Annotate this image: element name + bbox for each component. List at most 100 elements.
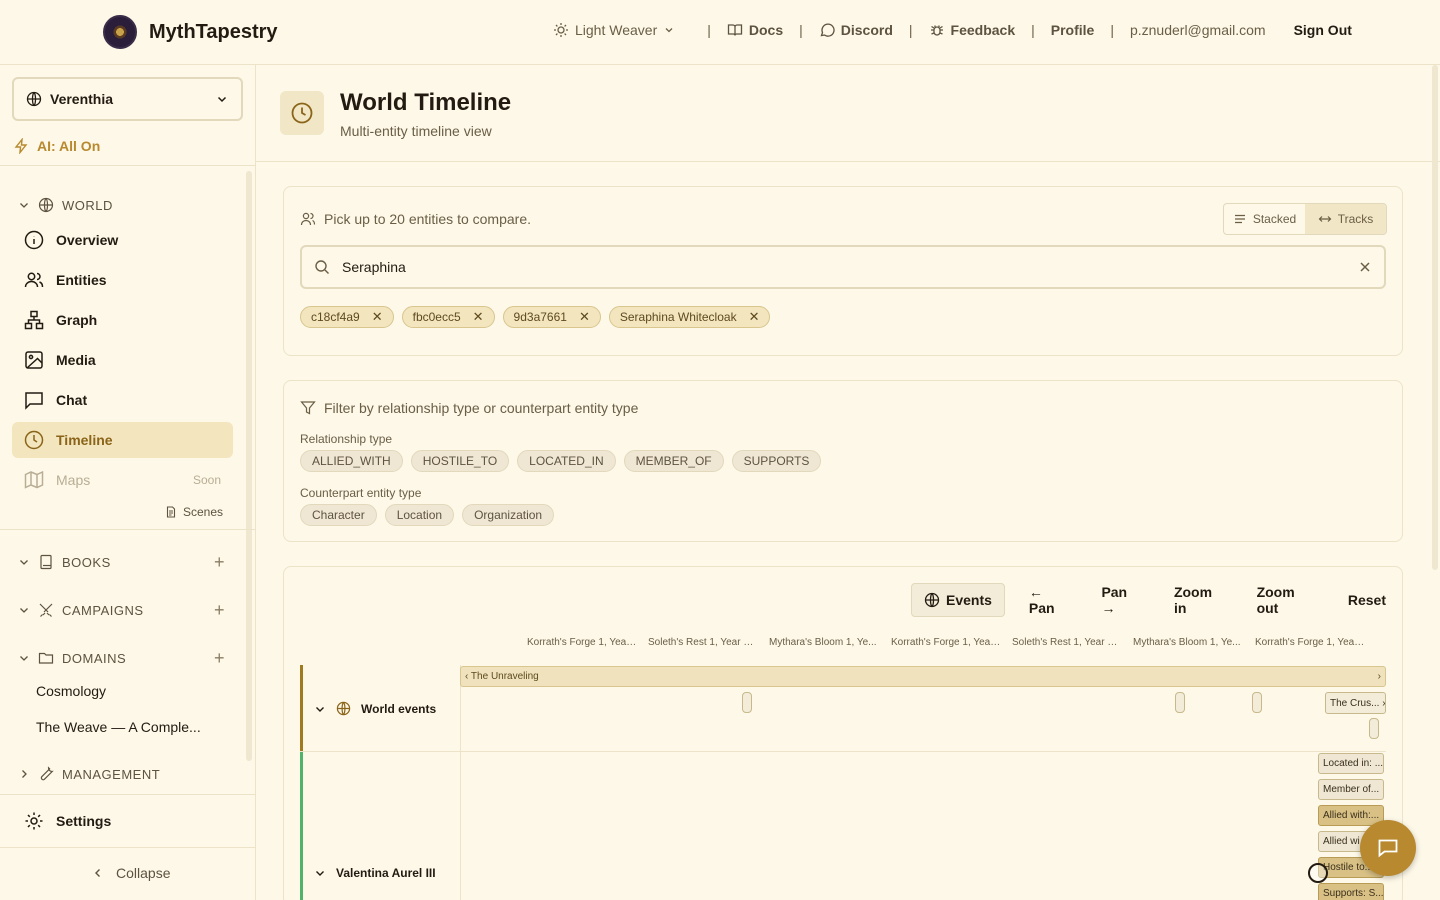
add-campaign-icon[interactable]: + bbox=[214, 600, 225, 621]
sidebar-item-chat[interactable]: Chat bbox=[12, 382, 233, 418]
book-open-icon bbox=[727, 22, 743, 38]
map-icon bbox=[24, 470, 44, 490]
sidebar-item-overview[interactable]: Overview bbox=[12, 222, 233, 258]
docs-link[interactable]: Docs bbox=[727, 22, 783, 38]
section-books[interactable]: BOOKS + bbox=[18, 552, 246, 573]
entity-chip[interactable]: 9d3a7661 ✕ bbox=[502, 306, 601, 328]
reset-button[interactable]: Reset bbox=[1336, 583, 1398, 617]
pan-right-button[interactable]: Pan → bbox=[1089, 583, 1154, 617]
track-world-events[interactable]: World events bbox=[314, 701, 436, 716]
chevron-down-icon bbox=[663, 24, 675, 36]
sidebar-item-media[interactable]: Media bbox=[12, 342, 233, 378]
axis-tick-label: Soleth's Rest 1, Year 53... bbox=[648, 637, 758, 648]
event-marker[interactable] bbox=[1175, 692, 1185, 713]
events-toggle-button[interactable]: Events bbox=[911, 583, 1005, 617]
chevron-down-icon bbox=[18, 604, 30, 616]
event-marker[interactable] bbox=[1369, 718, 1379, 739]
domain-item[interactable]: The Weave — A Comple... bbox=[36, 719, 201, 735]
settings-link[interactable]: Settings bbox=[24, 811, 111, 831]
sidebar-item-entities[interactable]: Entities bbox=[12, 262, 233, 298]
remove-icon[interactable]: ✕ bbox=[579, 309, 590, 325]
zoom-out-button[interactable]: Zoom out bbox=[1245, 583, 1328, 617]
event-item[interactable]: The Crus... › bbox=[1325, 692, 1386, 714]
book-icon bbox=[38, 554, 54, 570]
relationship-item[interactable]: Member of... bbox=[1318, 779, 1384, 800]
counterpart-pill[interactable]: Character bbox=[300, 504, 377, 526]
sidebar-item-timeline[interactable]: Timeline bbox=[12, 422, 233, 458]
theme-selector[interactable]: Light Weaver bbox=[553, 22, 675, 38]
mouse-cursor bbox=[1308, 863, 1328, 883]
section-domains[interactable]: DOMAINS + bbox=[18, 648, 246, 669]
collapse-button[interactable]: Collapse bbox=[92, 865, 170, 881]
entity-chip-label: c18cf4a9 bbox=[311, 310, 360, 324]
feedback-link[interactable]: Feedback bbox=[929, 22, 1015, 38]
section-world[interactable]: WORLD bbox=[18, 197, 113, 213]
section-domains-label: DOMAINS bbox=[62, 650, 127, 666]
remove-icon[interactable]: ✕ bbox=[749, 309, 760, 325]
relationship-pill[interactable]: SUPPORTS bbox=[731, 450, 822, 472]
search-icon bbox=[314, 259, 330, 275]
sidebar-item-label: Timeline bbox=[56, 432, 113, 448]
sun-icon bbox=[553, 22, 569, 38]
relationship-item[interactable]: Located in: ... bbox=[1318, 753, 1384, 774]
event-marker[interactable] bbox=[742, 692, 752, 713]
profile-link[interactable]: Profile bbox=[1051, 22, 1095, 38]
clock-icon bbox=[280, 91, 324, 135]
counterpart-pill[interactable]: Organization bbox=[462, 504, 555, 526]
remove-icon[interactable]: ✕ bbox=[473, 309, 484, 325]
entity-chip[interactable]: fbc0ecc5 ✕ bbox=[401, 306, 495, 328]
selected-entities: c18cf4a9 ✕ fbc0ecc5 ✕ 9d3a7661 ✕ Seraphina … bbox=[300, 306, 771, 328]
entity-chip[interactable]: Seraphina Whitecloak ✕ bbox=[608, 306, 771, 328]
view-stacked-button[interactable]: Stacked bbox=[1224, 204, 1305, 234]
main-scrollbar[interactable] bbox=[1432, 65, 1438, 570]
relationship-pill[interactable]: MEMBER_OF bbox=[623, 450, 724, 472]
section-campaigns[interactable]: CAMPAIGNS + bbox=[18, 600, 246, 621]
add-book-icon[interactable]: + bbox=[214, 552, 225, 573]
track-valentina-aurel-iii[interactable]: Valentina Aurel III bbox=[314, 866, 436, 880]
nav-separator: | bbox=[799, 22, 803, 38]
filter-card: Filter by relationship type or counterpa… bbox=[283, 380, 1403, 542]
nav-separator: | bbox=[1031, 22, 1035, 38]
add-domain-icon[interactable]: + bbox=[214, 648, 225, 669]
relationship-pill[interactable]: HOSTILE_TO bbox=[410, 450, 510, 472]
profile-label: Profile bbox=[1050, 22, 1095, 38]
zoom-in-button[interactable]: Zoom in bbox=[1162, 583, 1237, 617]
entity-chip[interactable]: c18cf4a9 ✕ bbox=[300, 306, 394, 328]
sidebar-divider bbox=[0, 794, 255, 795]
message-circle-icon bbox=[819, 22, 835, 38]
counterpart-pill[interactable]: Location bbox=[384, 504, 455, 526]
signout-button[interactable]: Sign Out bbox=[1294, 22, 1352, 38]
events-label: Events bbox=[946, 592, 992, 608]
clock-icon bbox=[24, 430, 44, 450]
pan-left-button[interactable]: ← Pan bbox=[1017, 583, 1082, 617]
sidebar-scrollbar[interactable] bbox=[246, 171, 252, 761]
event-marker[interactable] bbox=[1252, 692, 1262, 713]
brand[interactable]: MythTapestry bbox=[103, 15, 278, 49]
axis-tick-label: Soleth's Rest 1, Year 56... bbox=[1012, 637, 1122, 648]
close-icon[interactable] bbox=[1358, 260, 1372, 274]
section-management[interactable]: MANAGEMENT bbox=[18, 766, 160, 782]
relationship-item[interactable]: Supports: S... bbox=[1318, 883, 1384, 900]
globe-icon bbox=[26, 91, 42, 107]
relationship-pill[interactable]: ALLIED_WITH bbox=[300, 450, 403, 472]
top-nav: Light Weaver | Docs | Discord | Feedback bbox=[553, 22, 1352, 38]
section-management-label: MANAGEMENT bbox=[62, 766, 161, 782]
chat-fab-button[interactable] bbox=[1360, 820, 1416, 876]
domain-item[interactable]: Cosmology bbox=[36, 683, 106, 699]
page-header: World Timeline Multi-entity timeline vie… bbox=[256, 65, 1440, 162]
wrench-icon bbox=[38, 766, 54, 782]
remove-icon[interactable]: ✕ bbox=[372, 309, 383, 325]
relationship-pill[interactable]: LOCATED_IN bbox=[517, 450, 616, 472]
chevron-down-icon bbox=[18, 199, 30, 211]
discord-link[interactable]: Discord bbox=[819, 22, 893, 38]
sidebar-item-graph[interactable]: Graph bbox=[12, 302, 233, 338]
entity-search-input[interactable]: Seraphina bbox=[300, 245, 1386, 289]
ai-status[interactable]: AI: All On bbox=[13, 138, 100, 154]
relationship-type-pills: ALLIED_WITH HOSTILE_TO LOCATED_IN MEMBER… bbox=[300, 450, 822, 472]
scenes-link[interactable]: Scenes bbox=[165, 505, 223, 519]
nav-separator: | bbox=[1110, 22, 1114, 38]
view-tracks-button[interactable]: Tracks bbox=[1305, 204, 1386, 234]
world-selector[interactable]: Verenthia bbox=[12, 77, 243, 121]
era-bar[interactable]: ‹ The Unraveling › bbox=[460, 666, 1386, 687]
globe-icon bbox=[336, 701, 351, 716]
